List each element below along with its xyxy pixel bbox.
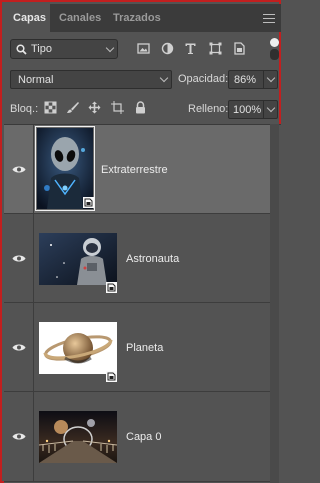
chevron-down-icon bbox=[266, 73, 276, 83]
lock-position-icon[interactable] bbox=[88, 101, 101, 114]
layer-name[interactable]: Extraterrestre bbox=[101, 164, 168, 176]
fill-label: Relleno: bbox=[188, 103, 229, 115]
chevron-down-icon bbox=[159, 73, 169, 83]
filter-row: Tipo bbox=[4, 34, 281, 64]
layers-scrollbar[interactable] bbox=[270, 124, 279, 483]
lock-all-icon[interactable] bbox=[134, 101, 147, 114]
smart-object-badge-icon bbox=[106, 371, 117, 382]
tab-canales[interactable]: Canales bbox=[54, 4, 106, 32]
chevron-down-icon bbox=[266, 103, 276, 113]
eye-icon[interactable] bbox=[12, 254, 26, 263]
layers-list: Extraterrestre Astronauta Planeta Capa 0 bbox=[4, 124, 281, 483]
filter-kind-select[interactable]: Tipo bbox=[10, 39, 118, 59]
opacity-dropdown-button[interactable] bbox=[263, 70, 278, 89]
blend-row: Normal Opacidad: bbox=[4, 66, 281, 93]
adjustment-filter-icon[interactable] bbox=[161, 42, 174, 55]
search-icon bbox=[16, 44, 27, 55]
layer-name[interactable]: Planeta bbox=[126, 342, 163, 354]
layer-row-capa-0[interactable]: Capa 0 bbox=[4, 392, 270, 482]
chevron-down-icon bbox=[105, 43, 115, 53]
fill-input[interactable] bbox=[228, 100, 264, 119]
layer-name[interactable]: Capa 0 bbox=[126, 431, 161, 443]
shape-filter-icon[interactable] bbox=[209, 42, 222, 55]
type-filter-icon[interactable] bbox=[184, 42, 197, 55]
lock-transparent-pixels-icon[interactable] bbox=[44, 101, 57, 114]
layer-thumbnail-astronaut bbox=[39, 233, 117, 285]
layer-row-extraterrestre[interactable]: Extraterrestre bbox=[4, 125, 270, 214]
smart-object-filter-icon[interactable] bbox=[233, 42, 246, 55]
filter-toggle-switch[interactable] bbox=[270, 38, 279, 60]
opacity-label: Opacidad: bbox=[178, 73, 229, 85]
panel-tab-bar: Capas Canales Trazados bbox=[4, 4, 281, 32]
eye-icon[interactable] bbox=[12, 432, 26, 441]
pixel-filter-icon[interactable] bbox=[137, 42, 150, 55]
layers-panel: Capas Canales Trazados Tipo Normal Opaci… bbox=[0, 0, 281, 483]
lock-image-pixels-icon[interactable] bbox=[66, 101, 79, 114]
layer-name[interactable]: Astronauta bbox=[126, 253, 179, 265]
tab-capas[interactable]: Capas bbox=[4, 4, 50, 32]
blend-mode-label: Normal bbox=[18, 74, 54, 86]
blend-mode-select[interactable]: Normal bbox=[10, 70, 172, 89]
eye-icon[interactable] bbox=[12, 165, 26, 174]
layer-thumbnail-planet bbox=[39, 322, 117, 374]
lock-artboard-icon[interactable] bbox=[111, 101, 124, 114]
fill-dropdown-button[interactable] bbox=[263, 100, 278, 119]
opacity-input[interactable] bbox=[228, 70, 264, 89]
panel-menu-icon[interactable] bbox=[263, 14, 275, 23]
layer-row-planeta[interactable]: Planeta bbox=[4, 303, 270, 392]
layer-row-astronauta[interactable]: Astronauta bbox=[4, 214, 270, 303]
lock-label: Bloq.: bbox=[10, 103, 39, 115]
lock-row: Bloq.: Relleno: bbox=[4, 95, 281, 123]
layer-thumbnail-bridge bbox=[39, 411, 117, 463]
eye-icon[interactable] bbox=[12, 343, 26, 352]
smart-object-badge-icon bbox=[83, 197, 94, 208]
tab-trazados[interactable]: Trazados bbox=[108, 4, 168, 32]
filter-kind-label: Tipo bbox=[31, 43, 52, 55]
smart-object-badge-icon bbox=[106, 282, 117, 293]
